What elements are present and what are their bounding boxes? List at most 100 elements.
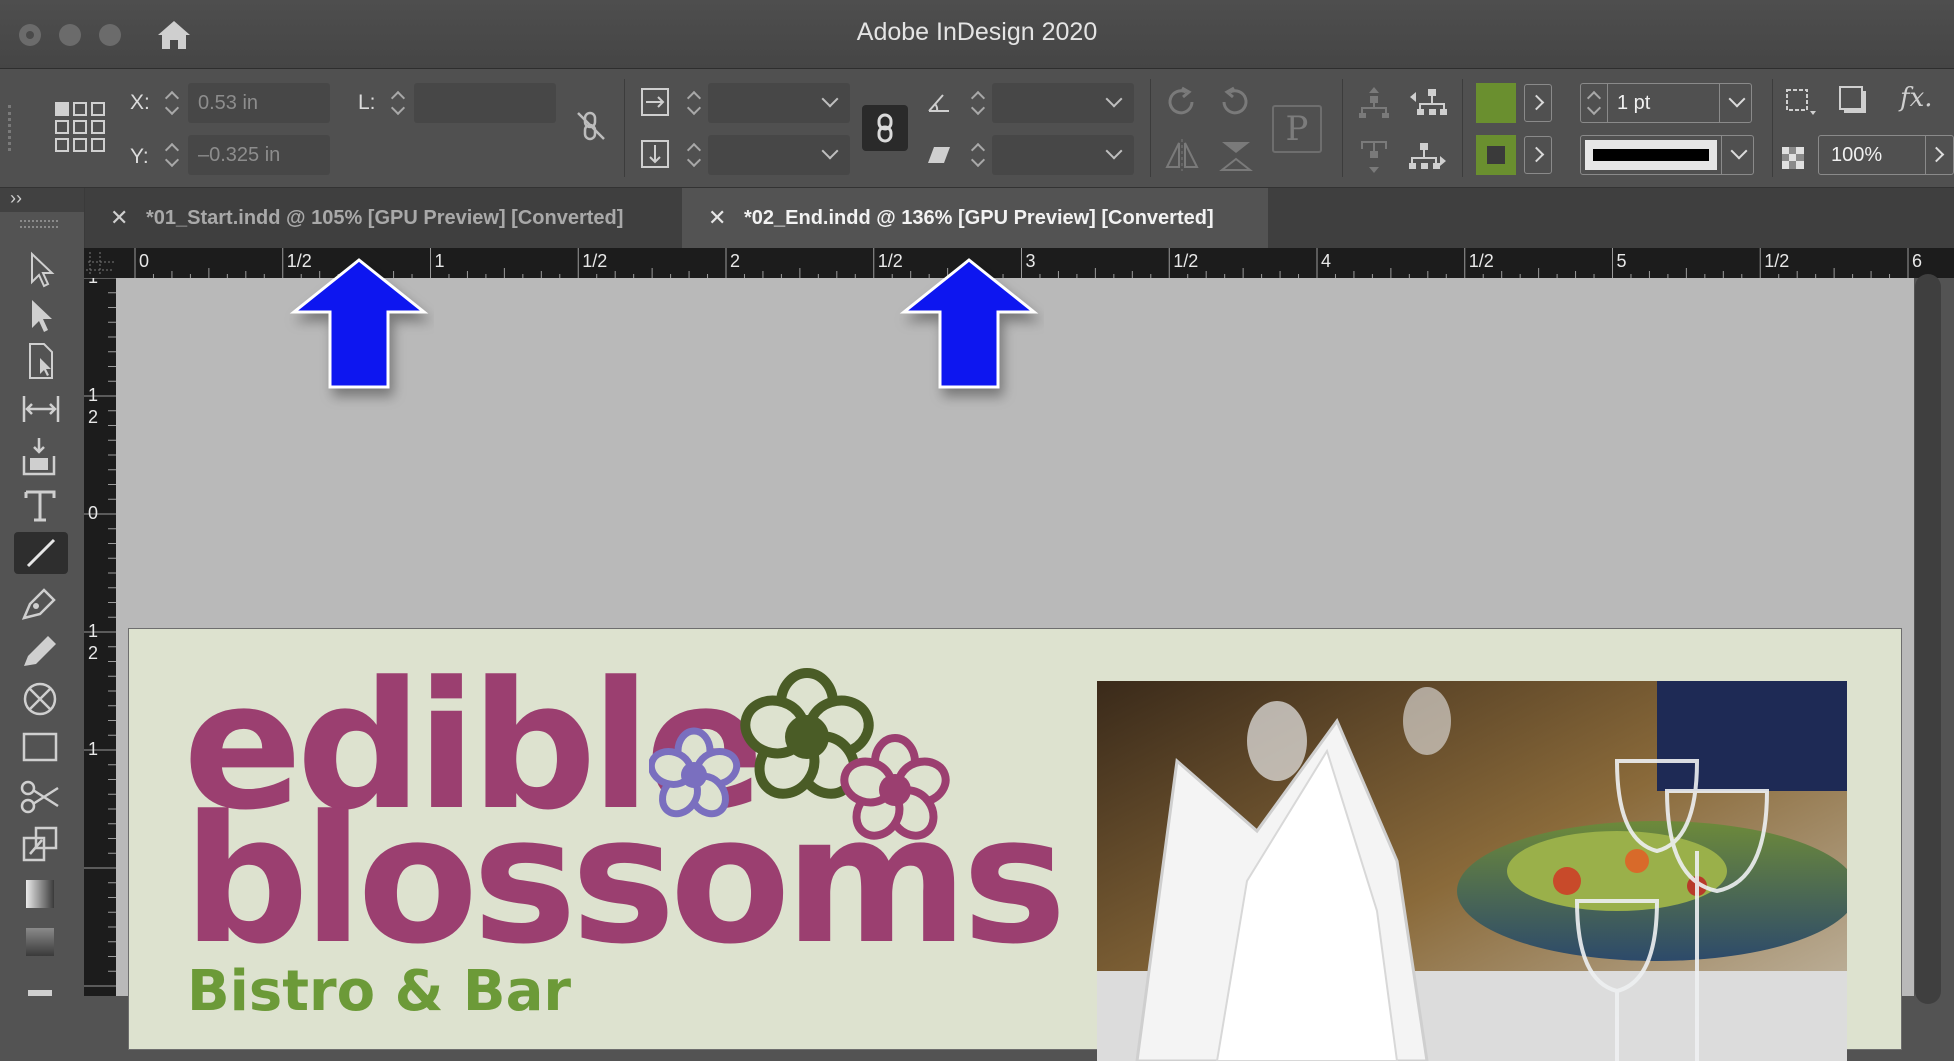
gradient-swatch-tool-icon[interactable] [14,872,68,914]
document-page[interactable]: edible blossoms Bistro & Bar [128,628,1902,1061]
control-panel: X: 0.53 in Y: –0.325 in L: P 1 pt fx. 10… [0,69,1954,188]
stroke-type-dropdown[interactable] [1580,135,1754,175]
annotation-arrow-left [289,258,429,389]
fill-menu-button[interactable] [1524,84,1552,122]
rotation-stepper[interactable] [968,83,990,123]
chevron-down-icon [1730,142,1748,160]
separator [1462,79,1463,177]
scale-x-icon [641,88,669,116]
tab-label: *01_Start.indd @ 105% [GPU Preview] [Con… [146,207,624,229]
ruler-label: 1/2 [1764,251,1789,271]
chevron-down-icon [821,90,839,108]
ruler-label: 1 [435,251,445,271]
stroke-weight-stepper[interactable] [1584,83,1606,123]
app-title: Adobe InDesign 2020 [856,18,1098,46]
stroke-weight-field[interactable]: 1 pt [1580,83,1752,123]
scale-y-dropdown[interactable] [708,135,850,175]
x-stepper[interactable] [162,83,184,123]
panel-grip[interactable] [20,220,58,228]
x-label: X: [130,91,150,114]
tools-panel-header: ›› [0,188,84,212]
opacity-field[interactable]: 100% [1818,135,1954,175]
page-tool-icon[interactable] [14,340,68,382]
document-canvas[interactable]: edible blossoms Bistro & Bar [116,258,1914,1061]
ruler-label: 0 [139,251,149,271]
select-previous-object-icon[interactable] [1408,87,1448,117]
restaurant-photo[interactable] [1097,681,1847,1061]
shear-stepper[interactable] [968,135,990,175]
stroke-weight-value: 1 pt [1617,92,1651,114]
ruler-label: 4 [1321,251,1331,271]
l-label: L: [358,91,376,114]
opacity-value: 100% [1831,144,1883,166]
flip-horizontal-icon[interactable] [1164,139,1200,171]
constrain-scale-button[interactable] [862,105,908,151]
annotation-arrow-right [899,258,1039,389]
separator [624,79,625,177]
object-corner-options-icon[interactable] [1784,87,1816,117]
close-tab-icon[interactable]: ✕ [110,188,128,248]
collapse-panel-button[interactable]: ›› [10,188,22,209]
separator [1150,79,1151,177]
close-tab-icon[interactable]: ✕ [708,188,726,248]
content-collector-tool-icon[interactable] [14,436,68,478]
tools-panel: ›› [0,188,85,996]
reference-point-icon[interactable] [54,101,106,153]
scrollbar-thumb[interactable] [1915,274,1941,1004]
arrow-up-icon [289,258,429,389]
scale-x-dropdown[interactable] [708,83,850,123]
title-bar: Adobe InDesign 2020 [0,0,1954,69]
shear-angle-dropdown[interactable] [992,135,1134,175]
free-transform-tool-icon[interactable] [14,824,68,866]
y-position-field[interactable]: –0.325 in [188,135,330,175]
ruler-label: 1 [88,385,98,405]
x-position-field[interactable]: 0.53 in [188,83,330,123]
drop-shadow-icon[interactable] [1838,85,1868,115]
flowers-graphic[interactable] [649,665,969,865]
link-icon [877,113,893,143]
scale-y-stepper[interactable] [684,135,706,175]
arrow-up-icon [899,258,1039,389]
select-next-object-icon[interactable] [1408,141,1448,171]
select-container-icon[interactable] [1358,85,1390,119]
type-tool-icon[interactable] [14,484,68,526]
chevron-right-icon [1928,146,1945,163]
flip-vertical-icon[interactable] [1218,139,1254,173]
l-stepper[interactable] [388,83,410,123]
tab-01-start[interactable]: ✕ *01_Start.indd @ 105% [GPU Preview] [C… [84,188,682,248]
rectangle-tool-icon[interactable] [14,726,68,768]
vertical-ruler[interactable]: 1120121 [84,278,116,996]
y-stepper[interactable] [162,135,184,175]
stroke-type-preview [1585,140,1717,170]
line-tool-button[interactable] [14,532,68,574]
separator [1342,79,1343,177]
stroke-swatch-center [1487,146,1505,164]
effects-button[interactable]: fx. [1900,83,1933,113]
ellipse-frame-tool-icon[interactable] [14,678,68,720]
ruler-label: 2 [88,643,98,663]
select-content-icon[interactable] [1358,139,1390,175]
fill-stroke-swatch-icon[interactable] [28,990,52,996]
tab-label: *02_End.indd @ 136% [GPU Preview] [Conve… [744,207,1214,229]
constrain-proportions-icon[interactable] [574,109,608,143]
rotate-counterclockwise-icon[interactable] [1218,85,1252,119]
direct-selection-tool-icon[interactable] [14,294,68,336]
chevron-down-icon [821,142,839,160]
length-field[interactable] [414,83,556,123]
scissors-tool-icon[interactable] [14,776,68,818]
vertical-scrollbar[interactable] [1914,274,1954,1004]
tab-02-end[interactable]: ✕ *02_End.indd @ 136% [GPU Preview] [Con… [682,188,1268,248]
gap-tool-icon[interactable] [14,388,68,430]
fill-swatch[interactable] [1476,83,1516,123]
panel-grip[interactable] [8,105,17,151]
selection-tool-icon[interactable] [14,248,68,290]
rotation-angle-dropdown[interactable] [992,83,1134,123]
chevron-down-icon [1728,90,1746,108]
gradient-feather-tool-icon[interactable] [14,920,68,962]
stroke-menu-button[interactable] [1524,136,1552,174]
pen-tool-icon[interactable] [14,582,68,624]
pencil-tool-icon[interactable] [14,630,68,672]
stroke-swatch[interactable] [1476,135,1516,175]
scale-x-stepper[interactable] [684,83,706,123]
rotate-clockwise-icon[interactable] [1164,85,1198,119]
